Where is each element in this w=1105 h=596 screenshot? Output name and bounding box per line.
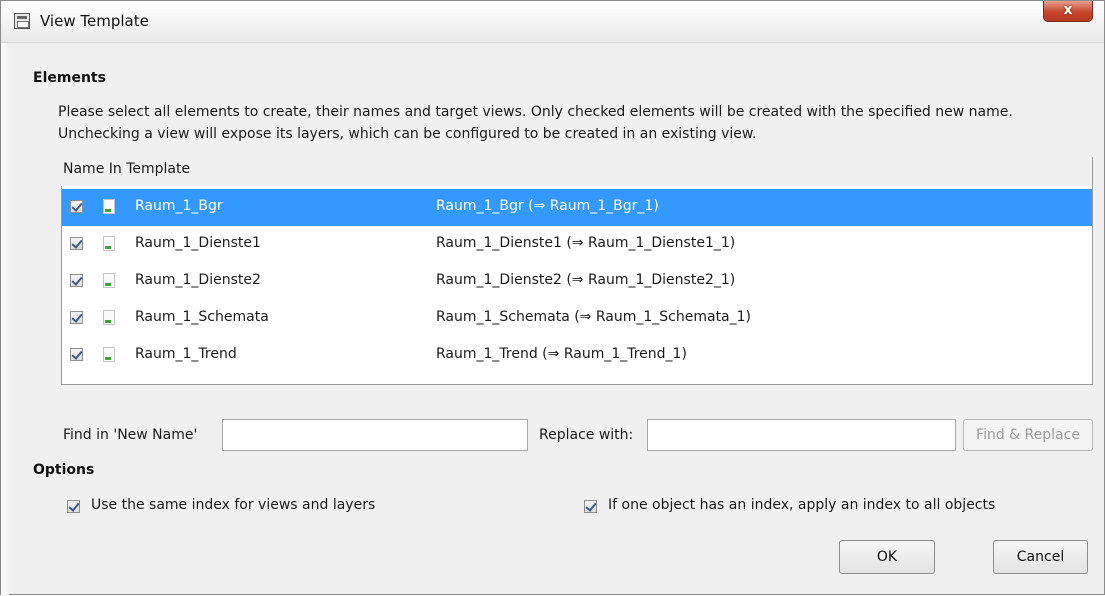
row-template-name: Raum_1_Schemata [135,309,269,325]
list-item[interactable]: Raum_1_Trend Raum_1_Trend (⇒ Raum_1_Tren… [62,337,1092,374]
replace-input[interactable] [647,419,956,451]
list-item[interactable]: Raum_1_Dienste1 Raum_1_Dienste1 (⇒ Raum_… [62,226,1092,263]
apply-index-label[interactable]: If one object has an index, apply an ind… [608,497,995,513]
replace-label: Replace with: [539,427,634,443]
title-bar[interactable]: View Template x [1,1,1104,43]
view-document-icon [103,310,115,325]
row-new-name[interactable]: Raum_1_Schemata (⇒ Raum_1_Schemata_1) [436,309,751,325]
cancel-button[interactable]: Cancel [993,540,1088,574]
elements-description-line2: Unchecking a view will expose its layers… [58,126,757,142]
apply-index-checkbox[interactable] [584,500,597,513]
row-checkbox[interactable] [70,348,83,361]
window-left-edge [1,43,9,596]
elements-section-title: Elements [33,70,106,86]
view-template-dialog: View Template x Elements Please select a… [0,0,1105,596]
list-item[interactable]: Raum_1_Dienste2 Raum_1_Dienste2 (⇒ Raum_… [62,263,1092,300]
same-index-checkbox[interactable] [67,500,80,513]
row-checkbox[interactable] [70,274,83,287]
window-icon [14,13,30,29]
window-title: View Template [40,12,149,30]
ok-button[interactable]: OK [839,540,935,574]
row-new-name[interactable]: Raum_1_Dienste1 (⇒ Raum_1_Dienste1_1) [436,235,735,251]
row-checkbox[interactable] [70,200,83,213]
list-item[interactable]: Raum_1_Schemata Raum_1_Schemata (⇒ Raum_… [62,300,1092,337]
list-item[interactable]: Raum_1_Bgr Raum_1_Bgr (⇒ Raum_1_Bgr_1) [62,189,1092,226]
row-new-name[interactable]: Raum_1_Trend (⇒ Raum_1_Trend_1) [436,346,687,362]
row-template-name: Raum_1_Dienste2 [135,272,261,288]
same-index-label[interactable]: Use the same index for views and layers [91,497,375,513]
row-template-name: Raum_1_Dienste1 [135,235,261,251]
find-replace-button[interactable]: Find & Replace [963,419,1093,451]
list-column-header[interactable]: Name In Template [58,156,1092,186]
options-section-title: Options [33,462,95,478]
row-new-name[interactable]: Raum_1_Dienste2 (⇒ Raum_1_Dienste2_1) [436,272,735,288]
view-document-icon [103,236,115,251]
find-label: Find in 'New Name' [63,427,198,443]
close-button[interactable]: x [1043,1,1093,22]
elements-description-line1: Please select all elements to create, th… [58,104,1013,120]
column-header-name-in-template: Name In Template [63,161,191,177]
row-template-name: Raum_1_Bgr [135,198,223,214]
row-checkbox[interactable] [70,311,83,324]
view-document-icon [103,347,115,362]
find-input[interactable] [222,419,528,451]
row-checkbox[interactable] [70,237,83,250]
view-document-icon [103,273,115,288]
row-new-name[interactable]: Raum_1_Bgr (⇒ Raum_1_Bgr_1) [436,198,659,214]
row-template-name: Raum_1_Trend [135,346,237,362]
view-document-icon [103,199,115,214]
